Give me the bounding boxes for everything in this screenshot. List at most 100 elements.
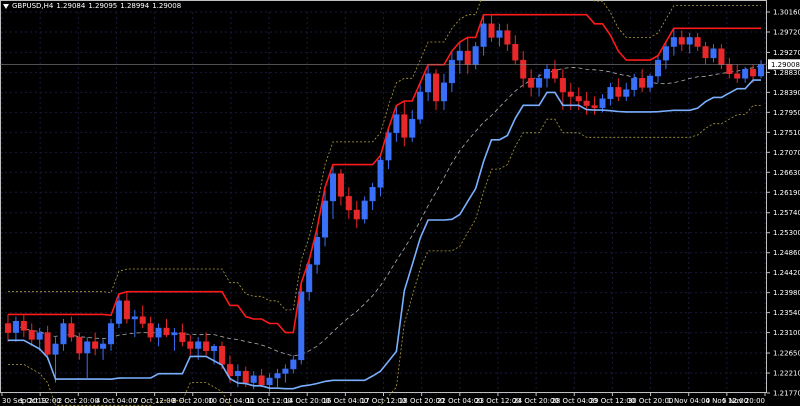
price-tick-label: 1.25740 [773, 209, 800, 217]
price-tick-label: 1.22650 [773, 350, 800, 358]
price-tick-label: 1.26630 [773, 169, 800, 177]
candle-body [464, 50, 471, 65]
candle-body [702, 46, 709, 59]
candle-body [179, 332, 186, 342]
candle-body [647, 75, 654, 88]
time-tick-label: 5 Nov 20:00 [722, 397, 765, 405]
candle-body [504, 30, 511, 45]
price-chart[interactable]: 1.30160 1.29720 1.29270 1.28830 1.28390 1.279… [0, 0, 800, 406]
lower-band-line [8, 105, 761, 406]
candle-body [258, 375, 265, 386]
candle-body [52, 343, 59, 355]
candle-body [234, 370, 241, 376]
candle-body [266, 377, 273, 386]
candle-body [512, 43, 519, 61]
candle-body [607, 87, 614, 99]
candle-body [4, 323, 11, 333]
upper-band-line [8, 0, 761, 311]
candle-body [536, 78, 543, 88]
candle-body [472, 46, 479, 65]
candle-body [488, 23, 495, 38]
price-tick-label: 1.23100 [773, 329, 800, 337]
candle-body [322, 200, 329, 238]
time-tick-label: 7 Oct 12:00 [134, 397, 175, 405]
candle-body [20, 321, 27, 331]
candle-body [409, 118, 416, 138]
candle-body [456, 50, 463, 61]
blue-indicator-line [8, 79, 761, 390]
candle-body [654, 59, 662, 77]
candle-body [131, 316, 138, 320]
price-tick-label: 1.23540 [773, 309, 800, 317]
price-tick-label: 1.27510 [773, 129, 800, 137]
candle-body [496, 30, 503, 38]
price-tick-label: 1.24420 [773, 269, 800, 277]
candle-body [36, 332, 43, 340]
candle-body [306, 264, 313, 292]
candle-body [155, 327, 162, 338]
candle-body [274, 373, 281, 379]
chart-window[interactable]: GBPUSD,H4 1.29084 1.29095 1.28994 1.29008 1.… [0, 0, 800, 406]
candle-body [345, 196, 352, 211]
candle-body [433, 73, 440, 102]
candle-body [250, 375, 257, 383]
candle-body [147, 323, 154, 338]
candle-body [559, 78, 566, 93]
price-tick-label: 1.27950 [773, 109, 800, 117]
candle-body [203, 341, 210, 352]
red-indicator-line [8, 13, 761, 334]
candle-body [551, 68, 558, 79]
candle-body [448, 59, 455, 84]
candle-body [575, 96, 582, 102]
candle-body [60, 323, 67, 345]
candle-body [84, 341, 91, 354]
candle-body [599, 98, 606, 109]
candle-body [68, 323, 75, 338]
candle-body [678, 37, 685, 45]
price-tick-label: 1.28830 [773, 69, 800, 77]
candle-body [425, 73, 432, 93]
candle-body [115, 300, 122, 324]
candle-body [187, 341, 194, 349]
price-tick-label: 1.21770 [773, 390, 800, 398]
candle-body [393, 114, 400, 134]
price-tick-label: 1.27070 [773, 149, 800, 157]
time-tick-label: 1 Oct 12:00 [20, 397, 61, 405]
candle-body [543, 68, 551, 79]
current-price-label: 1.29008 [771, 61, 800, 69]
candle-body [623, 89, 630, 97]
price-tick-label: 1.22210 [773, 370, 800, 378]
candle-body [718, 48, 725, 65]
candle-body [520, 59, 527, 79]
candle-body [734, 73, 741, 79]
candle-body [298, 291, 305, 361]
candle-body [92, 341, 99, 349]
price-tick-label: 1.29270 [773, 49, 800, 57]
candle-body [337, 173, 344, 197]
candle-body [369, 187, 376, 202]
candle-body [417, 91, 424, 120]
candle-body [750, 68, 757, 77]
candle-body [329, 173, 336, 202]
candle-body [694, 37, 701, 47]
candle-body [171, 332, 178, 336]
price-tick-label: 1.30160 [773, 9, 800, 17]
candle-body [242, 370, 249, 383]
price-tick-label: 1.26190 [773, 189, 800, 197]
candle-body [401, 114, 408, 138]
candle-body [282, 368, 289, 374]
price-tick-label: 1.25300 [773, 229, 800, 237]
candle-body [12, 321, 19, 333]
candle-body [710, 48, 717, 59]
candle-body [353, 209, 360, 220]
candle-body [591, 105, 598, 109]
candle-body [440, 82, 447, 102]
price-tick-label: 1.23980 [773, 289, 800, 297]
candle-body [639, 78, 646, 88]
candle-body [195, 341, 202, 349]
time-tick-label: 4 Oct 04:00 [96, 397, 137, 405]
candle-body [662, 46, 669, 61]
candle-body [758, 63, 765, 77]
candle-body [139, 316, 146, 324]
candle-body [100, 343, 107, 349]
